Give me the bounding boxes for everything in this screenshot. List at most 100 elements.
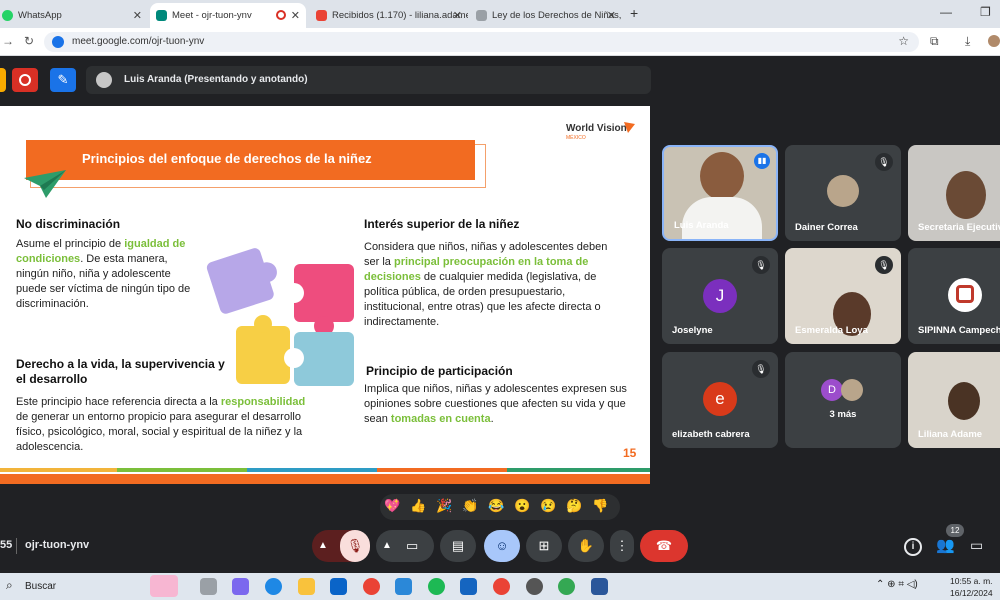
speaking-indicator-icon: ▮▮: [754, 153, 770, 169]
site-info-icon[interactable]: [52, 36, 64, 48]
taskbar-search[interactable]: Buscar: [25, 581, 56, 592]
spotify-icon[interactable]: [428, 578, 445, 595]
tab-whatsapp[interactable]: WhatsApp ✕: [0, 3, 148, 28]
participant-count-badge: 12: [946, 524, 964, 537]
hangup-icon: ☎: [655, 538, 673, 553]
captions-button[interactable]: ▤: [440, 530, 476, 562]
chat-icon[interactable]: ▭: [970, 537, 983, 554]
surprised-reaction-icon[interactable]: 😮: [514, 498, 530, 514]
app-icon[interactable]: [460, 578, 477, 595]
mic-button[interactable]: ▲ 🎙: [312, 530, 370, 562]
chrome-icon[interactable]: [363, 578, 380, 595]
participant-tile[interactable]: 🎙 Dainer Correa: [785, 145, 901, 241]
address-bar[interactable]: meet.google.com/ojr-tuon-ynv ☆: [44, 32, 919, 52]
new-tab-button[interactable]: +: [630, 5, 638, 21]
meeting-code: ojr-tuon-ynv: [25, 539, 90, 551]
people-icon[interactable]: 👥: [936, 536, 955, 554]
thinking-reaction-icon[interactable]: 🤔: [566, 498, 582, 514]
participant-tile[interactable]: ▮▮ Luis Aranda: [662, 145, 778, 241]
edge-icon[interactable]: [265, 578, 282, 595]
reload-icon[interactable]: ↻: [24, 34, 34, 48]
chevron-up-icon[interactable]: ▲: [382, 530, 392, 562]
participant-tile[interactable]: 🎙 J Joselyne: [662, 248, 778, 344]
close-icon[interactable]: ✕: [291, 9, 300, 22]
participant-tile[interactable]: 🎙 Esmeralda Loya: [785, 248, 901, 344]
minimize-icon[interactable]: —: [940, 5, 952, 19]
chrome-icon[interactable]: [558, 578, 575, 595]
task-view-icon[interactable]: [200, 578, 217, 595]
tab-label: WhatsApp: [18, 10, 62, 21]
participant-avatar: [841, 379, 863, 401]
raise-hand-button[interactable]: ✋: [568, 530, 604, 562]
more-options-button[interactable]: ⋮: [610, 530, 634, 562]
clap-reaction-icon[interactable]: 👏: [462, 498, 478, 514]
mic-off-icon: 🎙: [875, 153, 893, 171]
chrome-icon[interactable]: [493, 578, 510, 595]
divider: [16, 538, 17, 554]
forward-icon[interactable]: →: [2, 34, 14, 48]
present-icon: ⊞: [538, 538, 550, 553]
captions-icon: ▤: [451, 538, 465, 553]
participant-avatar: e: [703, 382, 737, 416]
navigation-bar: → ↻ meet.google.com/ojr-tuon-ynv ☆ ⧉ ⤓: [0, 28, 1000, 56]
participant-tile[interactable]: SIPINNA Campeche: [908, 248, 1000, 344]
logo-subtitle: MÉXICO: [566, 135, 586, 141]
restore-icon[interactable]: ❐: [980, 5, 991, 19]
paper-plane-icon: [24, 170, 66, 198]
chevron-up-icon[interactable]: ▲: [318, 530, 328, 562]
sipinna-logo-icon: [956, 285, 974, 303]
windows-taskbar: ⌕ Buscar ⌃ ⊕ ⌗ ◁) 10:55 a. m. 16/12/2024: [0, 573, 1000, 600]
tab-label: Meet - ojr-tuon-ynv: [172, 10, 252, 21]
tab-gmail[interactable]: Recibidos (1.170) - liliana.adame ✕: [310, 3, 468, 28]
participant-tile[interactable]: Liliana Adame: [908, 352, 1000, 448]
extensions-icon[interactable]: ⧉: [930, 34, 939, 49]
shared-slide: World Vision MÉXICO Principios del enfoq…: [0, 106, 650, 484]
url-text: meet.google.com/ojr-tuon-ynv: [72, 36, 205, 47]
participant-name: Liliana Adame: [918, 429, 983, 440]
system-tray-icons[interactable]: ⌃ ⊕ ⌗ ◁): [876, 579, 918, 590]
participant-name: Dainer Correa: [795, 222, 858, 233]
info-icon[interactable]: i: [904, 538, 922, 556]
more-participants-tile[interactable]: D 3 más: [785, 352, 901, 448]
heart-reaction-icon[interactable]: 💖: [384, 498, 400, 514]
close-icon[interactable]: ✕: [453, 9, 462, 22]
laugh-reaction-icon[interactable]: 😂: [488, 498, 504, 514]
tab-ley[interactable]: Ley de los Derechos de Niñas, N ✕: [470, 3, 622, 28]
record-button[interactable]: [12, 68, 38, 92]
annotate-button[interactable]: ✎: [50, 68, 76, 92]
download-icon[interactable]: ⤓: [965, 34, 970, 49]
participant-tile[interactable]: 🎙 e elizabeth cabrera: [662, 352, 778, 448]
widget-illustration[interactable]: [150, 575, 178, 597]
emoji-button[interactable]: ☺: [484, 530, 520, 562]
participant-name: SIPINNA Campeche: [918, 325, 1000, 336]
word-icon[interactable]: [591, 578, 608, 595]
leave-call-button[interactable]: ☎: [640, 530, 688, 562]
participant-tile[interactable]: Secretaria Ejecutiv: [908, 145, 1000, 241]
whatsapp-icon: [2, 10, 13, 21]
section-text-no-discriminacion: Asume el principio de igualdad de condic…: [16, 238, 191, 310]
party-reaction-icon[interactable]: 🎉: [436, 498, 452, 514]
camera-button[interactable]: ▲ ▭: [376, 530, 434, 562]
sad-reaction-icon[interactable]: 😢: [540, 498, 556, 514]
file-explorer-icon[interactable]: [298, 578, 315, 595]
thumbs-up-reaction-icon[interactable]: 👍: [410, 498, 426, 514]
store-icon[interactable]: [395, 578, 412, 595]
section-title-participacion: Principio de participación: [366, 364, 513, 378]
settings-icon[interactable]: [526, 578, 543, 595]
profile-avatar[interactable]: [988, 35, 1000, 47]
thumbs-down-reaction-icon[interactable]: 👎: [592, 498, 608, 514]
close-icon[interactable]: ✕: [607, 9, 616, 22]
participant-name: Esmeralda Loya: [795, 325, 868, 336]
meet-icon: [156, 10, 167, 21]
close-icon[interactable]: ✕: [133, 9, 142, 22]
slide-page-number: 15: [623, 446, 637, 460]
section-title-interes-superior: Interés superior de la niñez: [364, 217, 520, 231]
tab-meet[interactable]: Meet - ojr-tuon-ynv ✕: [150, 3, 306, 28]
outlook-icon[interactable]: [330, 578, 347, 595]
participant-avatar: J: [703, 279, 737, 313]
mic-off-icon: 🎙: [752, 360, 770, 378]
bookmark-star-icon[interactable]: ☆: [898, 34, 909, 48]
search-icon: ⌕: [6, 578, 13, 592]
copilot-icon[interactable]: [232, 578, 249, 595]
present-button[interactable]: ⊞: [526, 530, 562, 562]
